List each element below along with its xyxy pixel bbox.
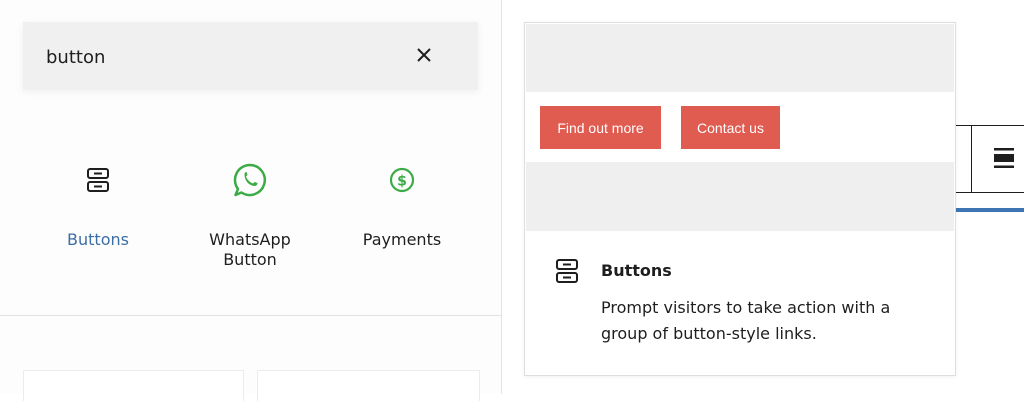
block-item-label: Payments — [362, 230, 442, 249]
block-item-payments[interactable]: $ Payments — [327, 160, 477, 250]
dollar-circle-icon: $ — [389, 167, 415, 193]
block-search-input[interactable] — [46, 42, 406, 72]
preview-block-title: Buttons — [601, 261, 672, 280]
preview-buttons-row: Find out more Contact us — [526, 92, 954, 162]
whatsapp-icon — [233, 163, 266, 197]
preview-find-out-more-button: Find out more — [540, 106, 661, 149]
block-inserter-panel: Buttons WhatsApp Button $ Payments — [0, 0, 502, 401]
clear-search-button[interactable] — [409, 40, 439, 70]
pattern-card[interactable] — [23, 370, 244, 401]
block-results-grid: Buttons WhatsApp Button $ Payments — [23, 160, 478, 290]
pattern-card[interactable] — [257, 370, 480, 401]
preview-block-description: Prompt visitors to take action with a gr… — [601, 298, 891, 343]
block-item-label: Buttons — [67, 230, 129, 249]
svg-text:$: $ — [397, 174, 407, 190]
block-toolbar — [952, 125, 1024, 193]
block-preview-popover: Find out more Contact us Buttons Prompt … — [524, 22, 956, 376]
buttons-icon — [87, 168, 109, 192]
block-item-whatsapp-button[interactable]: WhatsApp Button — [175, 160, 325, 270]
close-icon — [417, 48, 431, 62]
toolbar-divider — [971, 126, 972, 192]
block-item-buttons[interactable]: Buttons — [23, 160, 173, 250]
buttons-icon — [556, 259, 578, 283]
align-icon[interactable] — [994, 148, 1014, 168]
block-item-label: WhatsApp Button — [209, 230, 291, 269]
preview-contact-us-button: Contact us — [681, 106, 780, 149]
block-search-box — [23, 22, 478, 90]
selection-indicator — [955, 208, 1024, 212]
block-preview: Find out more Contact us — [526, 24, 954, 231]
panel-divider — [0, 315, 501, 316]
